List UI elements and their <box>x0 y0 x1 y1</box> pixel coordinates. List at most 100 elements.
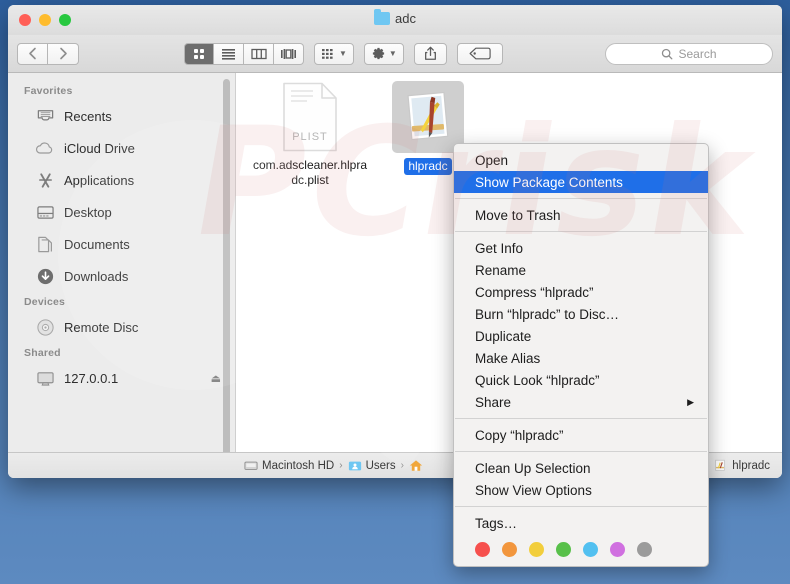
menu-item-tags[interactable]: Tags… <box>454 512 708 534</box>
file-name-label: hlpradc <box>404 158 451 175</box>
menu-item-show-view-options[interactable]: Show View Options <box>454 479 708 501</box>
breadcrumb-separator: › <box>339 460 342 471</box>
grid-icon <box>192 47 206 61</box>
menu-separator <box>455 451 707 452</box>
sidebar-item-recents[interactable]: Recents <box>8 100 235 132</box>
menu-item-copy[interactable]: Copy “hlpradc” <box>454 424 708 446</box>
context-menu: Open Show Package Contents Move to Trash… <box>453 143 709 567</box>
sidebar-item-downloads[interactable]: Downloads <box>8 260 235 292</box>
share-icon <box>424 46 437 61</box>
blue-folder-icon <box>374 12 390 25</box>
columns-icon <box>251 48 267 60</box>
window-title: adc <box>8 11 782 26</box>
tag-color-dot-6[interactable] <box>637 542 652 557</box>
sidebar-item-documents[interactable]: Documents <box>8 228 235 260</box>
chevron-left-icon <box>28 47 37 60</box>
breadcrumb-home[interactable] <box>409 459 427 472</box>
sidebar-header-shared: Shared <box>8 343 235 362</box>
gear-icon <box>371 46 386 61</box>
sidebar-item-desktop[interactable]: Desktop <box>8 196 235 228</box>
tag-color-dot-5[interactable] <box>610 542 625 557</box>
menu-item-get-info[interactable]: Get Info <box>454 237 708 259</box>
menu-item-compress[interactable]: Compress “hlpradc” <box>454 281 708 303</box>
list-icon <box>221 48 236 60</box>
menu-item-duplicate[interactable]: Duplicate <box>454 325 708 347</box>
textedit-app-icon <box>392 81 464 153</box>
cloud-icon <box>35 138 55 158</box>
breadcrumb-current[interactable]: hlpradc <box>713 459 770 472</box>
sidebar-item-label: iCloud Drive <box>64 141 135 156</box>
breadcrumb-users[interactable]: Users <box>348 460 396 472</box>
column-view-button[interactable] <box>244 43 274 65</box>
menu-item-share[interactable]: Share ▶ <box>454 391 708 413</box>
navigation-buttons <box>17 43 79 65</box>
menu-separator <box>455 231 707 232</box>
breadcrumb-label: Macintosh HD <box>262 460 334 472</box>
tags-button[interactable] <box>457 43 503 65</box>
list-view-button[interactable] <box>214 43 244 65</box>
chevron-right-icon <box>59 47 68 60</box>
toolbar: ▼ ▼ Sea <box>8 35 782 73</box>
file-name-label: com.adscleaner.hlpradc.plist <box>251 158 369 188</box>
tag-color-swatches <box>454 534 708 557</box>
breadcrumb-macintosh-hd[interactable]: Macintosh HD <box>244 460 334 472</box>
users-folder-icon <box>348 460 362 472</box>
tag-color-dot-0[interactable] <box>475 542 490 557</box>
tag-color-dot-1[interactable] <box>502 542 517 557</box>
file-item-plist[interactable]: PLIST com.adscleaner.hlpradc.plist <box>246 81 374 188</box>
tag-color-dot-4[interactable] <box>583 542 598 557</box>
sidebar-item-127-0-0-1[interactable]: 127.0.0.1 ⏏ <box>8 362 235 394</box>
share-button[interactable] <box>414 43 447 65</box>
textedit-app-icon <box>713 459 727 472</box>
tag-color-dot-3[interactable] <box>556 542 571 557</box>
home-icon <box>409 459 423 472</box>
search-field[interactable]: Search <box>605 43 773 65</box>
desktop-icon <box>35 202 55 222</box>
tag-color-dot-2[interactable] <box>529 542 544 557</box>
documents-icon <box>35 234 55 254</box>
menu-item-open[interactable]: Open <box>454 149 708 171</box>
magnifier-icon <box>661 48 673 60</box>
forward-button[interactable] <box>48 43 79 65</box>
menu-item-make-alias[interactable]: Make Alias <box>454 347 708 369</box>
menu-item-burn-to-disc[interactable]: Burn “hlpradc” to Disc… <box>454 303 708 325</box>
window-title-label: adc <box>395 11 416 26</box>
sidebar-item-label: Remote Disc <box>64 320 138 335</box>
eject-icon[interactable]: ⏏ <box>211 372 221 385</box>
submenu-arrow-icon: ▶ <box>687 397 694 408</box>
menu-item-quick-look[interactable]: Quick Look “hlpradc” <box>454 369 708 391</box>
disc-icon <box>35 317 55 337</box>
sidebar-item-remote-disc[interactable]: Remote Disc <box>8 311 235 343</box>
search-input[interactable]: Search <box>678 47 716 61</box>
plist-document-icon: PLIST <box>274 81 346 153</box>
menu-item-move-to-trash[interactable]: Move to Trash <box>454 204 708 226</box>
menu-item-show-package-contents[interactable]: Show Package Contents <box>454 171 708 193</box>
sidebar-header-favorites: Favorites <box>8 81 235 100</box>
menu-item-clean-up-selection[interactable]: Clean Up Selection <box>454 457 708 479</box>
recents-icon <box>35 106 55 126</box>
menu-separator <box>455 506 707 507</box>
title-bar: adc <box>8 5 782 35</box>
coverflow-icon <box>280 48 297 60</box>
breadcrumb-label: hlpradc <box>732 460 770 472</box>
sidebar-header-devices: Devices <box>8 292 235 311</box>
sidebar-item-label: Applications <box>64 173 134 188</box>
chevron-down-icon: ▼ <box>389 49 397 58</box>
menu-separator <box>455 198 707 199</box>
sidebar-scrollbar[interactable] <box>223 79 230 452</box>
arrange-button[interactable]: ▼ <box>314 43 354 65</box>
sidebar-item-icloud-drive[interactable]: iCloud Drive <box>8 132 235 164</box>
back-button[interactable] <box>17 43 48 65</box>
sidebar: Favorites Recents iCloud Drive <box>8 73 236 452</box>
action-menu-button[interactable]: ▼ <box>364 43 404 65</box>
sidebar-item-applications[interactable]: Applications <box>8 164 235 196</box>
menu-item-rename[interactable]: Rename <box>454 259 708 281</box>
chevron-down-icon: ▼ <box>339 49 347 58</box>
applications-icon <box>35 170 55 190</box>
icon-view-button[interactable] <box>184 43 214 65</box>
sidebar-item-label: Downloads <box>64 269 128 284</box>
menu-separator <box>455 418 707 419</box>
breadcrumb-separator: › <box>401 460 404 471</box>
gallery-view-button[interactable] <box>274 43 304 65</box>
sidebar-item-label: Documents <box>64 237 130 252</box>
